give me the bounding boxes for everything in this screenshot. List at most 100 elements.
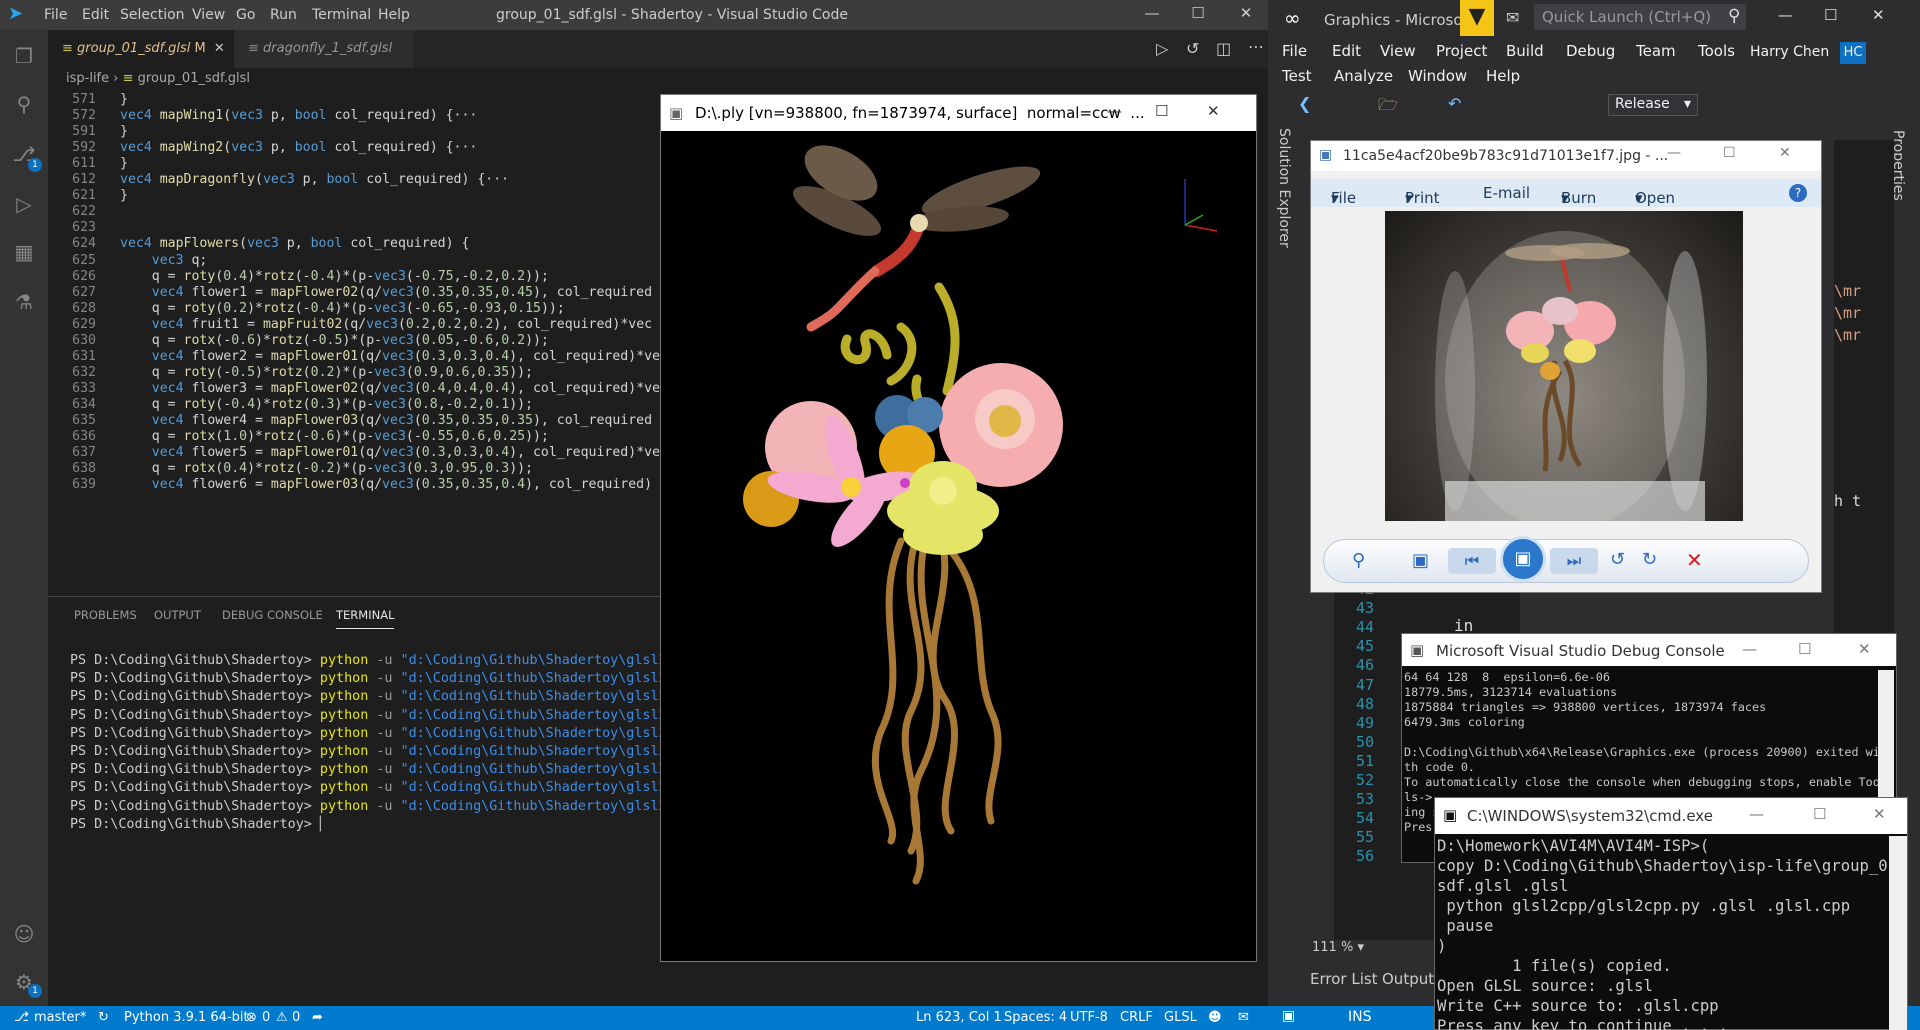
account-icon[interactable]: ☺ — [12, 922, 36, 946]
close-button[interactable]: ✕ — [1858, 640, 1871, 658]
live-share-icon[interactable]: ➦ — [312, 1010, 323, 1025]
code-line[interactable]: 639 vec4 flower6 = mapFlower03(q/vec3(0.… — [48, 475, 660, 495]
user-avatar[interactable]: HC — [1840, 42, 1866, 64]
previous-icon[interactable]: ⏮ — [1448, 548, 1496, 574]
rotate-right-icon[interactable]: ↻ — [1642, 549, 1657, 570]
line-ending[interactable]: CRLF — [1120, 1010, 1153, 1025]
minimize-button[interactable]: — — [1667, 145, 1681, 161]
close-button[interactable]: ✕ — [1207, 102, 1220, 120]
tab-output[interactable]: OUTPUT — [154, 608, 201, 622]
feedback-icon[interactable]: ✉ — [1506, 8, 1519, 27]
search-icon[interactable]: ⚲ — [12, 92, 36, 116]
vs-menu-help[interactable]: Help — [1486, 67, 1520, 85]
maximize-button[interactable]: ☐ — [1798, 640, 1811, 658]
extensions-icon[interactable]: ▦ — [12, 240, 36, 264]
menu-run[interactable]: Run — [270, 7, 297, 23]
undo-icon[interactable]: ↶ — [1448, 94, 1461, 113]
testing-icon[interactable]: ⚗ — [12, 290, 36, 314]
solution-explorer-sidebar[interactable]: Solution Explorer — [1268, 120, 1302, 970]
warning-count[interactable]: 0 — [292, 1010, 300, 1025]
filter-icon[interactable]: ▼ — [1460, 0, 1494, 36]
tab-problems[interactable]: PROBLEMS — [74, 608, 137, 622]
cursor-position[interactable]: Ln 623, Col 1 — [916, 1010, 1002, 1025]
tab-dragonfly-1-sdf[interactable]: ≡ dragonfly_1_sdf.glsl — [234, 30, 414, 68]
terminal[interactable]: PS D:\Coding\Github\Shadertoy> python -u… — [48, 652, 667, 852]
menu-view[interactable]: View — [192, 7, 225, 23]
explorer-icon[interactable]: ❐ — [12, 44, 36, 68]
vs-menu-team[interactable]: Team — [1636, 42, 1676, 60]
minimize-button[interactable]: — — [1778, 6, 1793, 24]
menu-file[interactable]: File — [44, 7, 67, 23]
close-button[interactable]: ✕ — [1234, 4, 1258, 26]
sync-icon[interactable]: ↻ — [98, 1010, 109, 1025]
compare-icon[interactable]: ↺ — [1186, 39, 1199, 58]
next-icon[interactable]: ⏭ — [1550, 548, 1598, 574]
config-select[interactable]: Release ▾ — [1608, 94, 1698, 116]
zoom-select[interactable]: 111 % ▾ — [1306, 940, 1402, 960]
vs-menu-edit[interactable]: Edit — [1332, 42, 1361, 60]
insert-mode[interactable]: INS — [1348, 1009, 1372, 1025]
vs-menu-tools[interactable]: Tools — [1698, 42, 1735, 60]
close-button[interactable]: ✕ — [1779, 145, 1791, 161]
slideshow-icon[interactable]: ▣ — [1500, 536, 1546, 582]
notifications-icon[interactable]: ✉ — [1238, 1010, 1249, 1025]
tab-terminal[interactable]: TERMINAL — [336, 608, 395, 629]
menu-edit[interactable]: Edit — [82, 7, 109, 23]
split-editor-icon[interactable]: ◫ — [1216, 39, 1231, 58]
vs-menu-file[interactable]: File — [1282, 42, 1307, 60]
delete-icon[interactable]: ✕ — [1686, 548, 1703, 572]
branch-status[interactable]: master* — [34, 1010, 86, 1025]
more-actions-icon[interactable]: ⋯ — [1248, 37, 1264, 56]
tab-error-list[interactable]: Error List — [1310, 970, 1378, 988]
fit-window-icon[interactable]: ▣ — [1412, 550, 1429, 571]
run-icon[interactable]: ▷ — [1156, 39, 1168, 58]
vs-menu-view[interactable]: View — [1380, 42, 1416, 60]
language-mode[interactable]: GLSL — [1164, 1010, 1197, 1025]
scrollbar[interactable] — [1889, 836, 1907, 1030]
back-icon[interactable]: ❮ — [1298, 94, 1311, 113]
vs-menu-test[interactable]: Test — [1282, 67, 1312, 85]
close-button[interactable]: ✕ — [1872, 6, 1885, 24]
tab-output[interactable]: Output — [1382, 970, 1434, 988]
error-count[interactable]: 0 — [262, 1010, 270, 1025]
maximize-button[interactable]: ☐ — [1155, 102, 1168, 120]
menu-terminal[interactable]: Terminal — [312, 7, 371, 23]
quick-launch-input[interactable]: Quick Launch (Ctrl+Q) — [1534, 4, 1746, 30]
menu-help[interactable]: Help — [378, 7, 410, 23]
vs-menu-window[interactable]: Window — [1408, 67, 1467, 85]
maximize-button[interactable]: ☐ — [1824, 6, 1837, 24]
minimize-button[interactable]: — — [1140, 4, 1164, 26]
close-button[interactable]: ✕ — [1873, 805, 1886, 823]
run-debug-icon[interactable]: ▷ — [12, 192, 36, 216]
tab-debug-console[interactable]: DEBUG CONSOLE — [222, 608, 323, 622]
vs-menu-build[interactable]: Build — [1506, 42, 1544, 60]
code-editor[interactable]: 571} 572 vec4 mapWing1(vec3 p, bool col_re… — [48, 90, 660, 594]
tab-group-01-sdf[interactable]: ≡ group_01_sdf.glsl M ✕ — [48, 30, 234, 68]
render-viewport[interactable] — [661, 131, 1256, 961]
indentation[interactable]: Spaces: 4 — [1004, 1010, 1067, 1025]
menu-selection[interactable]: Selection — [120, 7, 185, 23]
maximize-button[interactable]: ☐ — [1723, 145, 1736, 161]
minimize-button[interactable]: — — [1742, 640, 1757, 658]
cmd-output[interactable]: D:\Homework\AVI4M\AVI4M-ISP>(copy D:\Cod… — [1435, 836, 1889, 1030]
vs-menu-debug[interactable]: Debug — [1566, 42, 1615, 60]
maximize-button[interactable]: ☐ — [1813, 805, 1826, 823]
zoom-icon[interactable]: ⚲ — [1352, 550, 1365, 571]
python-interpreter[interactable]: Python 3.9.1 64-bit — [124, 1010, 249, 1025]
open-folder-icon[interactable]: 🗁 — [1378, 94, 1398, 121]
close-tab-icon[interactable]: ✕ — [214, 41, 225, 56]
vs-menu-analyze[interactable]: Analyze — [1334, 67, 1393, 85]
vs-menu-project[interactable]: Project — [1436, 42, 1487, 60]
maximize-button[interactable]: ☐ — [1186, 4, 1210, 26]
menu-go[interactable]: Go — [236, 7, 255, 23]
breadcrumb-file[interactable]: group_01_sdf.glsl — [138, 71, 250, 86]
rotate-left-icon[interactable]: ↺ — [1610, 549, 1625, 570]
help-icon[interactable]: ? — [1789, 184, 1807, 202]
breadcrumb-folder[interactable]: isp-life — [66, 71, 109, 86]
solution-explorer-label[interactable]: Solution Explorer — [1276, 128, 1292, 248]
minimize-button[interactable]: — — [1749, 805, 1764, 823]
photo-menu-email[interactable]: E-mail — [1483, 184, 1530, 202]
encoding[interactable]: UTF-8 — [1070, 1010, 1108, 1025]
feedback-icon[interactable]: ☻ — [1208, 1010, 1222, 1025]
user-name[interactable]: Harry Chen — [1750, 44, 1829, 60]
